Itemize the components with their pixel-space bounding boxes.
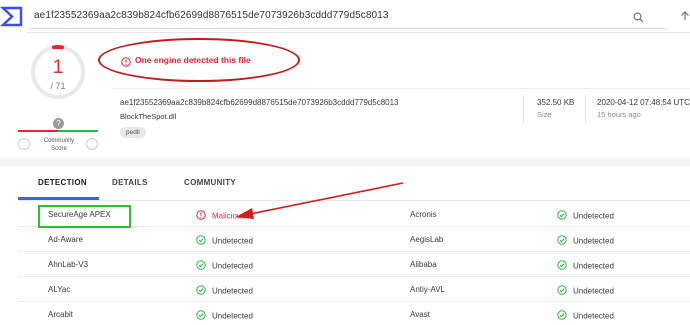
check-circle-icon [557, 260, 567, 272]
check-circle-icon [196, 310, 206, 322]
file-tag[interactable]: pedll [120, 127, 146, 138]
check-circle-icon [557, 210, 567, 222]
engine-name: AegisLab [410, 235, 444, 244]
virustotal-logo-icon[interactable] [0, 0, 26, 33]
check-circle-icon [557, 285, 567, 297]
engine-name: Ad-Aware [48, 235, 83, 244]
upload-icon[interactable] [680, 10, 690, 28]
detection-result: Undetected [196, 260, 253, 272]
divider [585, 95, 586, 123]
detection-count: 1 [52, 57, 64, 78]
downvote-button[interactable] [18, 138, 30, 150]
upvote-button[interactable] [86, 138, 98, 150]
check-circle-icon [196, 285, 206, 297]
engine-name: AhnLab-V3 [48, 260, 89, 269]
analysis-date-label: 15 hours ago [597, 110, 641, 119]
section-gap [0, 158, 690, 166]
file-name: BlockTheSpot.dll [120, 112, 177, 121]
check-circle-icon [196, 235, 206, 247]
file-hash: ae1f23552369aa2c839b824cfb62699d8876515d… [120, 98, 399, 107]
community-score-label: Community Score [43, 138, 75, 152]
search-query[interactable]: ae1f23552369aa2c839b824cfb62699d8876515d… [34, 10, 389, 21]
check-circle-icon [196, 260, 206, 272]
detection-result: Undetected [557, 210, 614, 222]
engine-name: Arcabit [48, 310, 73, 319]
top-bar: ae1f23552369aa2c839b824cfb62699d8876515d… [0, 0, 690, 33]
community-score-bar [18, 130, 98, 132]
engine-name: Avast [410, 310, 430, 319]
detection-result: Undetected [196, 285, 253, 297]
annotation-red-ellipse [98, 38, 300, 82]
file-size-value: 352.50 KB [537, 98, 575, 107]
detection-result: Undetected [196, 235, 253, 247]
engine-name: Antiy-AVL [410, 285, 445, 294]
active-tab-indicator [18, 197, 99, 200]
file-size-label: Size [537, 110, 552, 119]
table-row: ALYac Undetected Antiy-AVL Undetected [18, 277, 690, 302]
divider [112, 88, 690, 89]
tab-community[interactable]: COMMUNITY [184, 178, 236, 187]
search-input[interactable]: ae1f23552369aa2c839b824cfb62699d8876515d… [28, 4, 668, 29]
detection-result: Undetected [557, 285, 614, 297]
community-score: ? Community Score [18, 118, 98, 158]
table-row: Arcabit Undetected Avast Undetected [18, 302, 690, 325]
detection-result: Undetected [557, 310, 614, 322]
table-row: AhnLab-V3 Undetected Alibaba Undetected [18, 252, 690, 277]
tab-bar: DETECTION DETAILS COMMUNITY [18, 166, 690, 201]
table-row: Ad-Aware Undetected AegisLab Undetected [18, 227, 690, 252]
question-icon[interactable]: ? [53, 118, 64, 129]
divider [523, 95, 524, 123]
engine-name: Alibaba [410, 260, 437, 269]
detection-result: Undetected [557, 235, 614, 247]
check-circle-icon [557, 310, 567, 322]
search-icon[interactable] [633, 10, 644, 28]
tab-detection[interactable]: DETECTION [38, 178, 87, 187]
engine-name: Acronis [410, 210, 437, 219]
analysis-date-value: 2020-04-12 07:48:54 UTC [597, 98, 690, 107]
tab-details[interactable]: DETAILS [112, 178, 148, 187]
annotation-green-box [38, 205, 131, 228]
alert-icon [196, 210, 206, 222]
detection-result: Undetected [196, 310, 253, 322]
check-circle-icon [557, 235, 567, 247]
engine-total: / 71 [50, 81, 66, 91]
detection-result: Malicious [196, 210, 245, 222]
detection-result: Undetected [557, 260, 614, 272]
engine-name: ALYac [48, 285, 71, 294]
